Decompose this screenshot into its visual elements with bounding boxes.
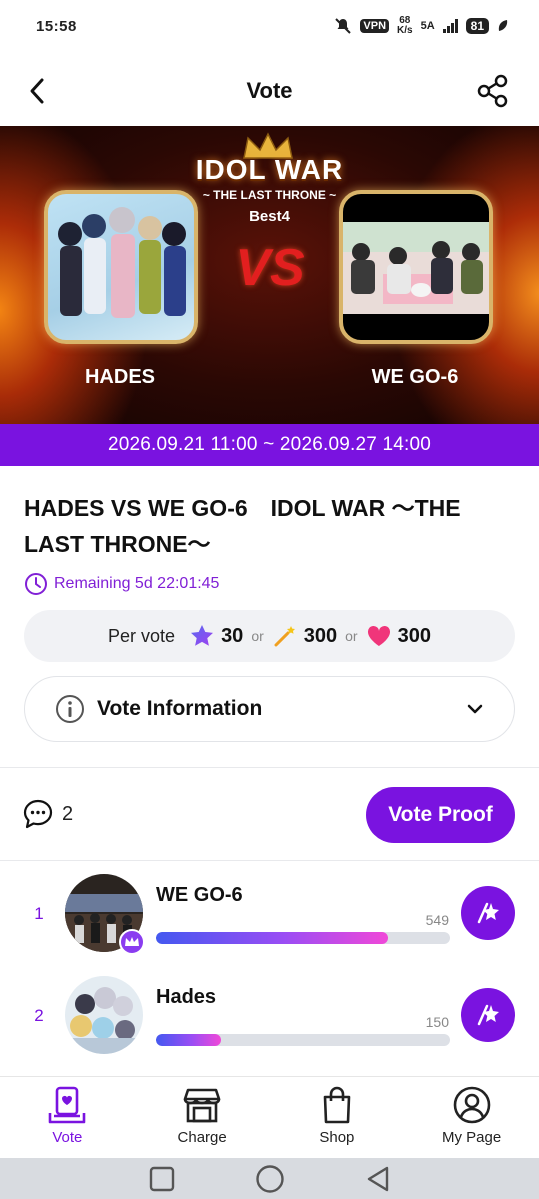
comment-count: 2 bbox=[62, 802, 74, 825]
comments-button[interactable]: 2 bbox=[22, 798, 73, 830]
vote-proof-button[interactable]: Vote Proof bbox=[366, 787, 515, 843]
share-button[interactable] bbox=[475, 73, 511, 109]
vs-label: VS bbox=[235, 239, 305, 297]
banner-title: IDOL WAR bbox=[195, 154, 344, 185]
per-vote-cost: Per vote 30 or 300 or 300 bbox=[24, 610, 515, 662]
page-title: Vote bbox=[246, 78, 293, 103]
vote-icon bbox=[49, 1086, 86, 1124]
chevron-left-icon bbox=[30, 78, 44, 104]
wand-cost: 300 bbox=[303, 624, 338, 647]
user-icon bbox=[453, 1086, 490, 1124]
share-icon bbox=[477, 74, 508, 108]
group-illustration bbox=[58, 207, 186, 318]
back-button[interactable] bbox=[22, 75, 52, 107]
status-icons: VPN 68 K/s 5A 81 bbox=[334, 16, 509, 36]
event-banner: IDOL WAR ~ THE LAST THRONE ~ Best4 VS HA… bbox=[0, 126, 539, 424]
vote-progress-fill bbox=[156, 1034, 221, 1046]
chevron-down-icon bbox=[467, 704, 483, 714]
system-nav-bar bbox=[0, 1158, 539, 1199]
per-vote-label: Per vote bbox=[108, 625, 176, 646]
comment-icon bbox=[23, 799, 53, 829]
or-separator: or bbox=[251, 628, 264, 644]
info-icon bbox=[56, 695, 84, 723]
rank-name: WE GO-6 bbox=[156, 884, 243, 906]
team-name-left: HADES bbox=[84, 366, 155, 388]
nav-my-page[interactable]: My Page bbox=[404, 1077, 539, 1158]
back-icon[interactable] bbox=[365, 1165, 391, 1193]
app-header: Vote bbox=[0, 58, 539, 124]
nav-label: Charge bbox=[177, 1129, 227, 1146]
vote-information-label: Vote Information bbox=[97, 697, 263, 720]
team-image-hades bbox=[44, 190, 198, 344]
nav-label: My Page bbox=[442, 1129, 502, 1146]
store-icon bbox=[183, 1088, 221, 1123]
date-range: 2026.09.21 11:00 ~ 2026.09.27 14:00 bbox=[107, 434, 432, 455]
vote-information-toggle[interactable]: Vote Information bbox=[24, 676, 515, 742]
divider bbox=[0, 767, 539, 768]
vote-progress-track bbox=[156, 932, 450, 944]
vote-button[interactable] bbox=[461, 988, 515, 1042]
remaining-time: Remaining 5d 22:01:45 bbox=[24, 572, 219, 596]
vote-button[interactable] bbox=[461, 886, 515, 940]
status-bar: 15:58 VPN 68 K/s 5A 81 bbox=[0, 0, 539, 52]
date-range-bar: 2026.09.21 11:00 ~ 2026.09.27 14:00 bbox=[0, 424, 539, 466]
magic-wand-icon bbox=[274, 626, 295, 647]
divider bbox=[0, 860, 539, 861]
rank-number: 2 bbox=[34, 1006, 44, 1025]
heart-icon bbox=[367, 625, 390, 646]
vote-progress-fill bbox=[156, 932, 389, 944]
vote-count: 549 bbox=[425, 912, 449, 928]
nav-label: Shop bbox=[319, 1129, 355, 1146]
network-type: 5A bbox=[420, 20, 435, 32]
crown-icon bbox=[125, 937, 139, 946]
leaf-icon bbox=[498, 20, 508, 31]
vote-star-icon bbox=[477, 902, 499, 924]
remaining-text: Remaining 5d 22:01:45 bbox=[54, 575, 220, 592]
nav-shop[interactable]: Shop bbox=[270, 1077, 405, 1158]
star-cost: 30 bbox=[221, 624, 244, 647]
avatar-image bbox=[65, 976, 143, 1054]
network-speed: 68 K/s bbox=[397, 16, 413, 36]
top-rank-badge bbox=[119, 929, 145, 955]
status-time: 15:58 bbox=[36, 17, 77, 35]
heart-cost: 300 bbox=[397, 624, 431, 647]
speed-unit: K/s bbox=[397, 25, 413, 36]
avatar[interactable] bbox=[65, 976, 143, 1054]
nav-vote[interactable]: Vote bbox=[0, 1077, 135, 1158]
bottom-nav: Vote Charge Shop My Page bbox=[0, 1076, 539, 1158]
clock-icon bbox=[25, 573, 47, 595]
vote-star-icon bbox=[477, 1004, 499, 1026]
ranking-row: 1 WE GO-6 549 bbox=[0, 874, 539, 964]
nav-label: Vote bbox=[52, 1129, 83, 1146]
mute-icon bbox=[335, 18, 352, 34]
vote-count: 150 bbox=[425, 1014, 449, 1030]
or-separator: or bbox=[345, 628, 358, 644]
event-title: HADES VS WE GO-6 IDOL WAR ～THE LAST THRO… bbox=[24, 495, 461, 557]
home-icon[interactable] bbox=[255, 1164, 285, 1194]
recents-icon[interactable] bbox=[149, 1166, 175, 1192]
shopping-bag-icon bbox=[323, 1086, 351, 1124]
battery-indicator: 81 bbox=[465, 18, 489, 34]
group-photo bbox=[343, 222, 489, 314]
star-icon bbox=[191, 625, 214, 646]
rank-number: 1 bbox=[34, 904, 44, 923]
team-name-right: WE GO-6 bbox=[371, 366, 459, 388]
signal-icon bbox=[442, 19, 458, 33]
rank-name: Hades bbox=[156, 986, 217, 1008]
team-image-wego6 bbox=[339, 190, 493, 344]
ranking-row: 2 Hades 150 bbox=[0, 976, 539, 1066]
vote-progress-track bbox=[156, 1034, 450, 1046]
vpn-badge: VPN bbox=[360, 19, 390, 33]
nav-charge[interactable]: Charge bbox=[135, 1077, 270, 1158]
